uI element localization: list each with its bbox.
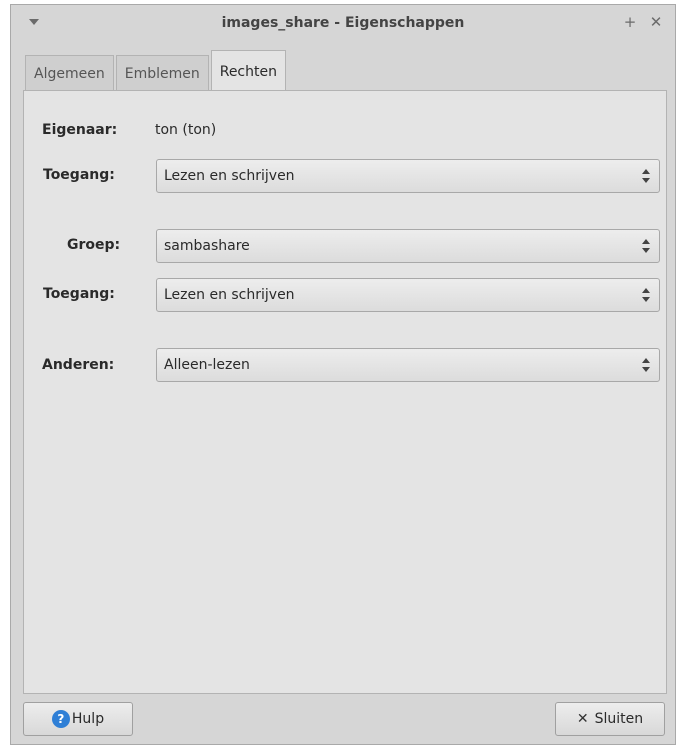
group-label: Groep: — [67, 237, 121, 253]
properties-window: images_share - Eigenschappen + ✕ Algemee… — [10, 4, 676, 745]
close-window-icon[interactable]: ✕ — [647, 13, 665, 31]
owner-access-label: Toegang: — [43, 167, 115, 183]
owner-value: ton (ton) — [155, 122, 217, 138]
group-access-combo[interactable]: Lezen en schrijven — [156, 278, 660, 312]
title-bar[interactable]: images_share - Eigenschappen + ✕ — [11, 5, 675, 41]
updown-arrows-icon — [642, 358, 650, 372]
permissions-panel: Eigenaar: ton (ton) Toegang: Lezen en sc… — [23, 90, 667, 694]
window-title: images_share - Eigenschappen — [221, 15, 465, 31]
group-combo[interactable]: sambashare — [156, 229, 660, 263]
updown-arrows-icon — [642, 169, 650, 183]
group-value: sambashare — [164, 238, 250, 254]
tab-algemeen[interactable]: Algemeen — [25, 55, 114, 91]
group-access-label: Toegang: — [43, 286, 115, 302]
close-button[interactable]: ✕ Sluiten — [555, 702, 665, 736]
others-value: Alleen-lezen — [164, 357, 250, 373]
others-combo[interactable]: Alleen-lezen — [156, 348, 660, 382]
others-label: Anderen: — [42, 357, 115, 373]
group-access-value: Lezen en schrijven — [164, 287, 295, 303]
pin-icon[interactable]: + — [621, 13, 639, 31]
updown-arrows-icon — [642, 288, 650, 302]
owner-label: Eigenaar: — [42, 122, 118, 138]
close-icon: ✕ — [576, 711, 589, 727]
help-button[interactable]: ? Hulp — [23, 702, 133, 736]
owner-access-combo[interactable]: Lezen en schrijven — [156, 159, 660, 193]
help-button-label: Hulp — [71, 711, 105, 727]
close-button-label: Sluiten — [594, 711, 644, 727]
owner-access-value: Lezen en schrijven — [164, 168, 295, 184]
tab-rechten[interactable]: Rechten — [210, 50, 286, 92]
help-icon: ? — [51, 710, 70, 728]
updown-arrows-icon — [642, 239, 650, 253]
tab-emblemen[interactable]: Emblemen — [115, 55, 209, 91]
tab-bar: Algemeen Emblemen Rechten — [25, 47, 288, 92]
button-bar: ? Hulp ✕ Sluiten — [11, 692, 675, 744]
